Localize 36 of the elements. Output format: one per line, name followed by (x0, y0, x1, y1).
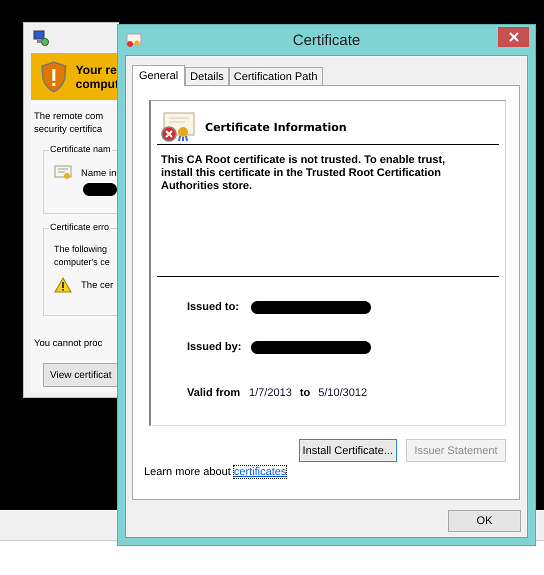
banner-text: comput (76, 76, 119, 90)
field-label: Issued to: (187, 301, 240, 313)
dialog-button[interactable]: Install Certificate... (298, 439, 397, 462)
notice-text: You cannot proc (34, 338, 104, 349)
section-heading: Certificate Information (205, 120, 347, 134)
group-title: Certificate nam (49, 144, 112, 154)
redaction-mark (83, 183, 117, 196)
error-item: The cer (81, 280, 114, 290)
error-text: computer's ce (54, 256, 111, 269)
date-value: 1/7/2013 (249, 387, 292, 399)
certificate-icon (54, 165, 72, 181)
banner-text: Your re (76, 62, 118, 76)
intro-text: security certifica (34, 123, 104, 136)
close-button[interactable] (498, 27, 529, 47)
shield-icon (40, 60, 68, 92)
close-icon (508, 32, 518, 42)
date-value: 5/10/3012 (318, 387, 368, 399)
trust-message: This CA Root certificate is not trusted. To enable trust, install this certificate in the Trusted Root Certification Authorities store. (161, 154, 446, 193)
field-label: Valid from (187, 387, 241, 399)
intro-text: The remote com (34, 110, 104, 123)
group-title: Certificate erro (49, 222, 110, 232)
certificate-error-icon (161, 112, 195, 142)
warning-icon (54, 277, 72, 293)
certificate-icon (126, 32, 142, 48)
certificates-link[interactable]: certificates (234, 466, 286, 478)
window-title: Certificate (292, 32, 360, 48)
tab[interactable]: Details (185, 67, 229, 85)
tab[interactable]: Certification Path (228, 67, 323, 85)
tab[interactable]: General (132, 65, 186, 86)
error-text: The following (54, 243, 108, 256)
computer-icon (33, 30, 49, 46)
help-text: Learn more about (144, 466, 231, 478)
field-label: Name in (81, 168, 116, 178)
ok-button[interactable]: OK (448, 510, 521, 532)
field-label: Issued by: (187, 341, 241, 353)
field-label: to (300, 387, 310, 399)
